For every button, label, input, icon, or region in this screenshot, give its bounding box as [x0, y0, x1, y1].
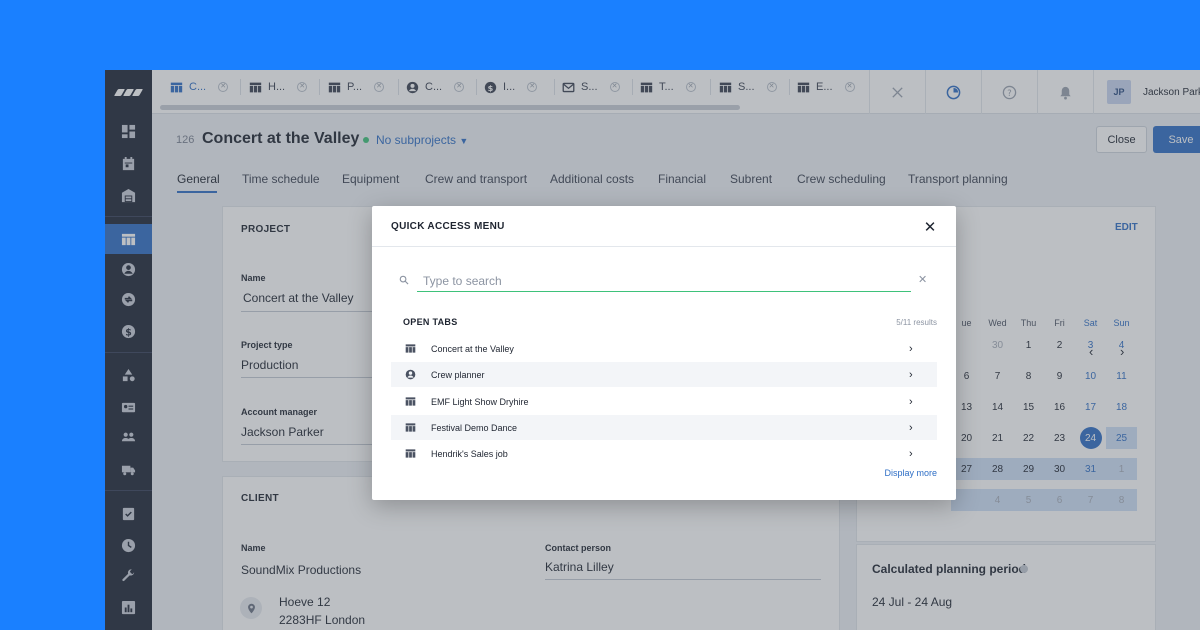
list-item[interactable]: Hendrik's Sales job › — [391, 441, 937, 466]
search-icon — [399, 275, 409, 285]
chevron-right-icon: › — [909, 342, 913, 355]
list-item[interactable]: Concert at the Valley › — [391, 336, 937, 361]
modal-header: QUICK ACCESS MENU ✕ — [372, 206, 956, 247]
chevron-right-icon: › — [909, 421, 913, 434]
table-icon — [405, 396, 416, 407]
list-item-label: Festival Demo Dance — [431, 422, 518, 433]
results-count: 5/11 results — [896, 318, 937, 327]
list-item[interactable]: Festival Demo Dance › — [391, 415, 937, 440]
quick-access-modal: QUICK ACCESS MENU ✕ ✕ OPEN TABS 5/11 res… — [372, 206, 956, 500]
chevron-right-icon: › — [909, 447, 913, 460]
table-icon — [405, 343, 416, 354]
modal-title: QUICK ACCESS MENU — [391, 221, 505, 232]
chevron-right-icon: › — [909, 368, 913, 381]
user-circle-icon — [405, 369, 416, 380]
list-item[interactable]: Crew planner › — [391, 362, 937, 387]
list-item[interactable]: EMF Light Show Dryhire › — [391, 389, 937, 414]
display-more-link[interactable]: Display more — [862, 468, 937, 478]
open-tabs-heading: OPEN TABS — [403, 317, 458, 327]
clear-search-icon[interactable]: ✕ — [918, 273, 927, 286]
search-input[interactable] — [417, 271, 911, 292]
table-icon — [405, 422, 416, 433]
list-item-label: Crew planner — [431, 369, 485, 380]
list-item-label: Concert at the Valley — [431, 343, 514, 354]
list-item-label: EMF Light Show Dryhire — [431, 396, 529, 407]
table-icon — [405, 448, 416, 459]
list-item-label: Hendrik's Sales job — [431, 448, 508, 459]
close-icon[interactable]: ✕ — [921, 218, 939, 236]
chevron-right-icon: › — [909, 395, 913, 408]
